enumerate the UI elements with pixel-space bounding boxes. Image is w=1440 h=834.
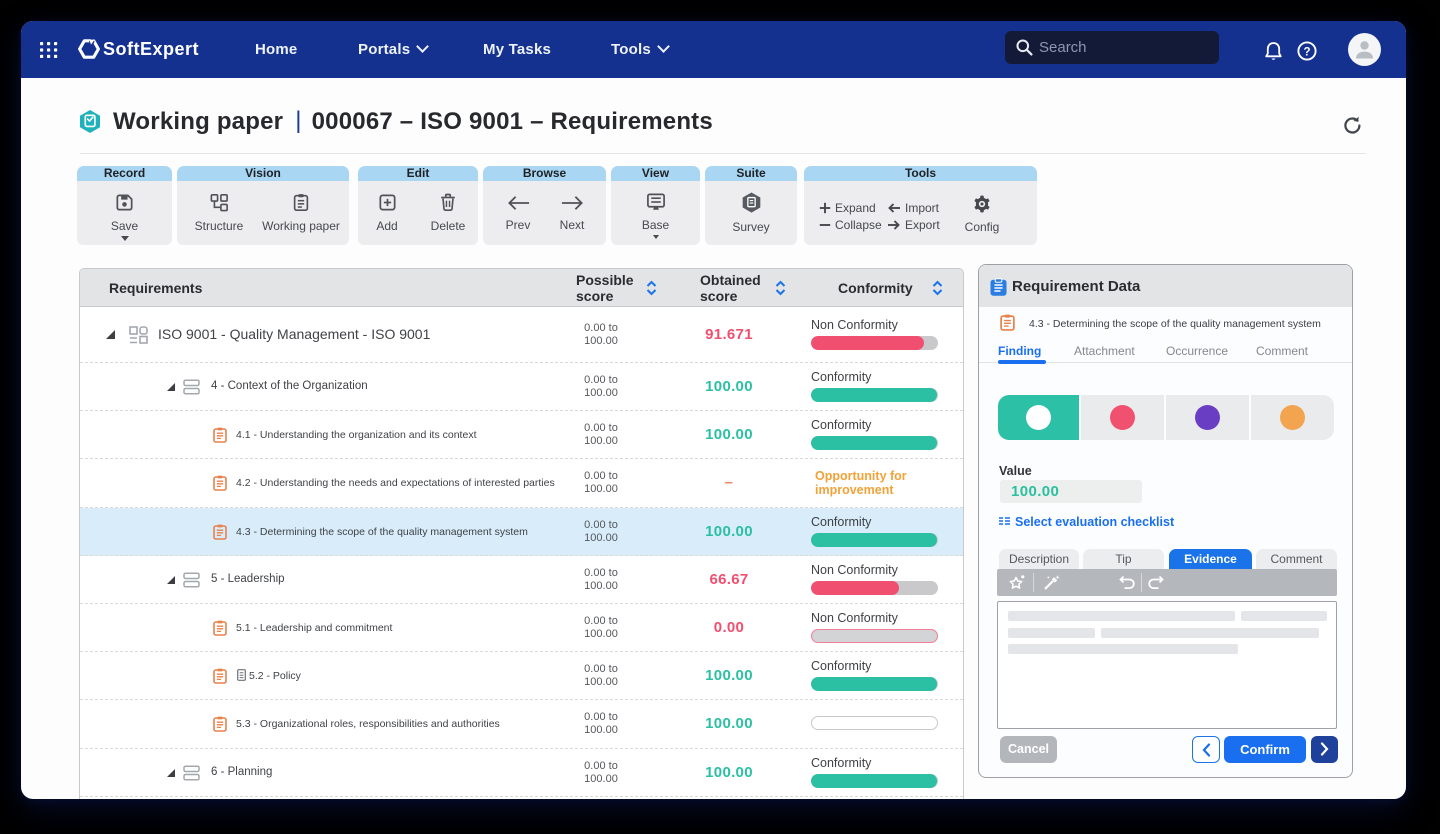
svg-text:?: ? — [1303, 46, 1310, 58]
